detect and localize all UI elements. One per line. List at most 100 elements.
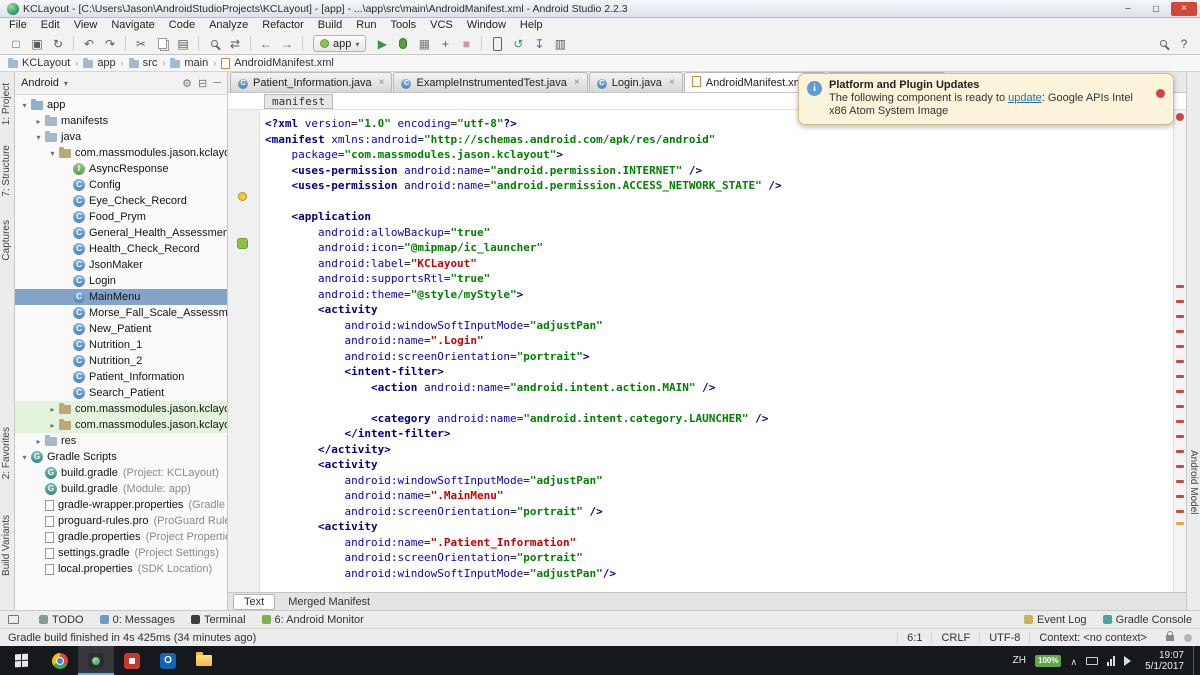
tree-item-gradle-scripts[interactable]: ▾ G Gradle Scripts (15, 449, 227, 465)
stop-icon[interactable]: ■ (456, 35, 476, 53)
taskbar-studio-button[interactable] (78, 646, 114, 675)
menu-item-vcs[interactable]: VCS (423, 18, 460, 33)
menu-item-view[interactable]: View (67, 18, 105, 33)
tree-item-manifests[interactable]: ▸ manifests (15, 113, 227, 129)
tree-item-morse-fall-scale-assessmen[interactable]: C Morse_Fall_Scale_Assessmen (15, 305, 227, 321)
code-line-11[interactable]: android:supportsRtl="true" (265, 271, 1173, 287)
error-stripe-mark[interactable] (1176, 405, 1184, 408)
breadcrumb-androidmanifest-xml[interactable]: AndroidManifest.xml (221, 57, 334, 69)
tree-item-asyncresponse[interactable]: I AsyncResponse (15, 161, 227, 177)
redo-icon[interactable]: ↷ (100, 35, 120, 53)
help-icon[interactable]: ? (1174, 35, 1194, 53)
tree-item-config[interactable]: C Config (15, 177, 227, 193)
code-line-22[interactable]: </activity> (265, 442, 1173, 458)
touch-keyboard-icon[interactable] (1086, 656, 1099, 665)
error-stripe-mark[interactable] (1176, 510, 1184, 513)
status-message[interactable]: Gradle build finished in 4s 425ms (34 mi… (8, 632, 256, 644)
code-line-16[interactable]: android:screenOrientation="portrait"> (265, 349, 1173, 365)
error-stripe-mark[interactable] (1176, 300, 1184, 303)
tree-expand-arrow-icon[interactable]: ▸ (47, 421, 58, 430)
toolwindow-button-event-log[interactable]: Event Log (1024, 614, 1087, 626)
caret-position[interactable]: 6:1 (897, 631, 931, 644)
file-encoding-indicator[interactable]: UTF-8 (979, 631, 1029, 644)
error-stripe-mark[interactable] (1176, 495, 1184, 498)
code-line-6[interactable] (265, 194, 1173, 210)
close-button[interactable] (1171, 1, 1197, 16)
sync-icon[interactable]: ↻ (48, 35, 68, 53)
line-separator-indicator[interactable]: CRLF (931, 631, 979, 644)
tool-tab-build-variants[interactable]: Build Variants (1, 512, 12, 579)
error-stripe-mark[interactable] (1176, 375, 1184, 378)
hide-panel-icon[interactable]: ─ (213, 77, 221, 90)
debug-icon[interactable] (393, 35, 413, 53)
replace-icon[interactable]: ⇄ (225, 35, 245, 53)
code-line-18[interactable]: <action android:name="android.intent.act… (265, 380, 1173, 396)
taskbar-red-app-button[interactable] (114, 646, 150, 675)
tree-item-patient-information[interactable]: C Patient_Information (15, 369, 227, 385)
tree-item-com-massmodules-jason-kclayout-androidtest[interactable]: ▸com.massmodules.jason.kclayout(androidT… (15, 401, 227, 417)
tree-item-search-patient[interactable]: C Search_Patient (15, 385, 227, 401)
menu-item-file[interactable]: File (2, 18, 34, 33)
search-icon[interactable] (1153, 35, 1173, 53)
forward-icon[interactable]: → (277, 35, 297, 53)
tree-item-nutrition-1[interactable]: C Nutrition_1 (15, 337, 227, 353)
tree-expand-arrow-icon[interactable]: ▾ (47, 149, 58, 158)
tree-item-java[interactable]: ▾ java (15, 129, 227, 145)
code-line-3[interactable]: package="com.massmodules.jason.kclayout"… (265, 147, 1173, 163)
error-stripe-mark[interactable] (1176, 285, 1184, 288)
settings-gear-icon[interactable]: ⚙ (182, 77, 192, 90)
breadcrumb-manifest[interactable]: manifest (264, 93, 333, 109)
tree-item-proguard-rules-pro-proguard-rules-fo[interactable]: proguard-rules.pro(ProGuard Rules fo (15, 513, 227, 529)
avd-manager-icon[interactable] (487, 35, 507, 53)
error-stripe-mark[interactable] (1176, 390, 1184, 393)
collapse-all-icon[interactable]: ⊟ (198, 77, 207, 90)
launcher-icon-preview[interactable] (237, 238, 248, 249)
error-stripe-mark[interactable] (1176, 465, 1184, 468)
tree-item-com-massmodules-jason-kclayout-test[interactable]: ▸com.massmodules.jason.kclayout(test) (15, 417, 227, 433)
menu-item-help[interactable]: Help (513, 18, 550, 33)
code-line-27[interactable]: <activity (265, 519, 1173, 535)
tree-item-new-patient[interactable]: C New_Patient (15, 321, 227, 337)
warning-stripe-mark[interactable] (1176, 522, 1184, 525)
notification-close-icon[interactable] (1156, 89, 1165, 98)
maximize-button[interactable] (1143, 2, 1169, 16)
tree-item-build-gradle-module-app[interactable]: Gbuild.gradle (Module: app) (15, 481, 227, 497)
tree-item-general-health-assessment[interactable]: C General_Health_Assessment (15, 225, 227, 241)
undo-icon[interactable]: ↶ (79, 35, 99, 53)
tree-item-login[interactable]: C Login (15, 273, 227, 289)
error-stripe-mark[interactable] (1176, 315, 1184, 318)
network-icon[interactable] (1107, 655, 1116, 666)
sdk-manager-icon[interactable]: ↧ (529, 35, 549, 53)
tool-tab-2-favorites[interactable]: 2: Favorites (1, 424, 12, 482)
volume-icon[interactable] (1124, 655, 1136, 666)
breadcrumb-src[interactable]: src (128, 57, 157, 69)
code-line-28[interactable]: android:name=".Patient_Information" (265, 535, 1173, 551)
tree-item-nutrition-2[interactable]: C Nutrition_2 (15, 353, 227, 369)
coverage-icon[interactable]: ▦ (414, 35, 434, 53)
code-line-19[interactable] (265, 395, 1173, 411)
tree-expand-arrow-icon[interactable]: ▾ (19, 453, 30, 462)
tree-item-gradle-properties-project-properties[interactable]: gradle.properties(Project Properties) (15, 529, 227, 545)
taskbar-chrome-button[interactable] (42, 646, 78, 675)
close-tab-icon[interactable]: × (669, 77, 675, 88)
tab-exampleinstrumentedtest-java[interactable]: C ExampleInstrumentedTest.java × (393, 72, 588, 92)
code-line-23[interactable]: <activity (265, 457, 1173, 473)
code-line-21[interactable]: </intent-filter> (265, 426, 1173, 442)
intention-bulb-icon[interactable] (238, 191, 247, 201)
error-stripe-mark[interactable] (1176, 360, 1184, 363)
minimize-button[interactable] (1115, 2, 1141, 16)
code-line-10[interactable]: android:label="KCLayout" (265, 256, 1173, 272)
save-all-icon[interactable]: ▣ (27, 35, 47, 53)
menu-item-window[interactable]: Window (460, 18, 513, 33)
update-link[interactable]: update (1008, 92, 1042, 104)
bottom-tab-text[interactable]: Text (233, 593, 276, 610)
cut-icon[interactable]: ✂ (131, 35, 151, 53)
menu-item-navigate[interactable]: Navigate (104, 18, 161, 33)
tree-item-food-prym[interactable]: C Food_Prym (15, 209, 227, 225)
tree-item-local-properties-sdk-location[interactable]: local.properties (SDK Location) (15, 561, 227, 577)
tree-item-health-check-record[interactable]: C Health_Check_Record (15, 241, 227, 257)
tool-tab-captures[interactable]: Captures (1, 217, 12, 264)
tree-item-mainmenu[interactable]: C MainMenu (15, 289, 227, 305)
tree-expand-arrow-icon[interactable]: ▸ (33, 437, 44, 446)
file-errors-indicator-icon[interactable] (1176, 113, 1184, 121)
